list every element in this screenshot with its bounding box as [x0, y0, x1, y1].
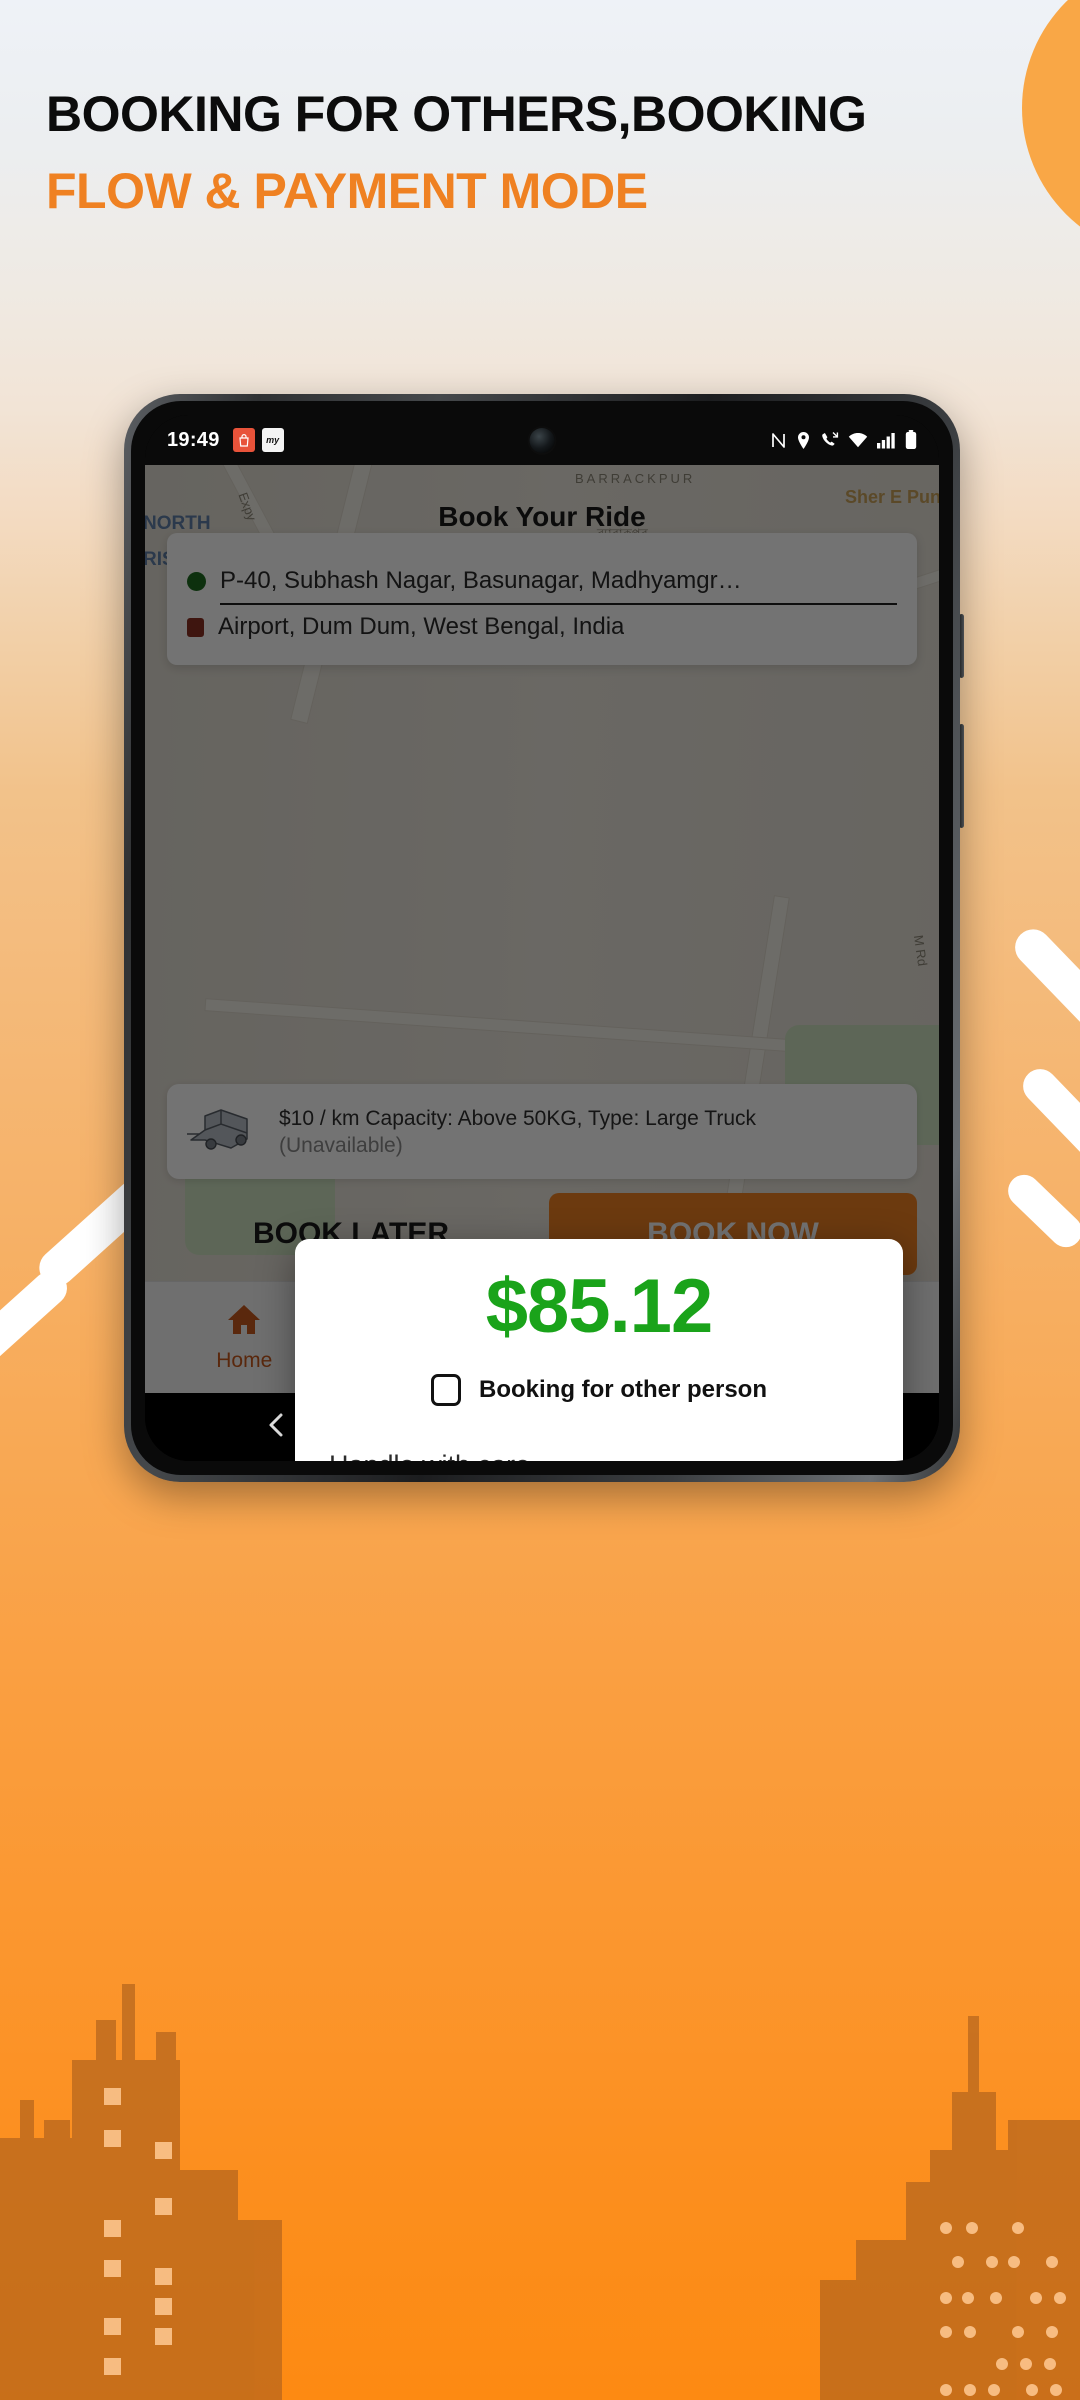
wifi-icon — [848, 432, 868, 449]
status-bar: 19:49 my — [145, 415, 939, 465]
cellular-signal-icon — [877, 432, 896, 449]
phone-mockup: 19:49 my $85.12 Booking for other person — [124, 394, 964, 1482]
hero-circle-decoration — [1022, 0, 1080, 258]
my-app-icon: my — [261, 428, 284, 452]
price-amount: $85.12 — [485, 1264, 713, 1349]
battery-icon — [905, 430, 917, 450]
phone-screen: 19:49 my $85.12 Booking for other person — [145, 415, 939, 1461]
phone-frame: 19:49 my $85.12 Booking for other person — [124, 394, 960, 1482]
booking-for-other-person-checkbox[interactable] — [431, 1373, 461, 1406]
call-forward-icon — [820, 431, 839, 450]
notification-icons: my — [232, 428, 284, 452]
booking-for-other-person-label: Booking for other person — [479, 1375, 767, 1403]
phone-bezel: 19:49 my $85.12 Booking for other person — [131, 401, 953, 1475]
swoosh-decoration — [1016, 1062, 1080, 1172]
booking-confirm-dialog: $85.12 Booking for other person Handle w… — [295, 1239, 903, 1461]
page-title: BOOKING FOR OTHERS,BOOKING FLOW & PAYMEN… — [46, 88, 1026, 217]
swoosh-decoration — [0, 1264, 74, 1370]
back-icon[interactable] — [262, 1410, 292, 1445]
instructions-field[interactable]: Handle with care — [327, 1440, 871, 1461]
instructions-input[interactable]: Handle with care — [327, 1440, 871, 1461]
promo-background: BOOKING FOR OTHERS,BOOKING FLOW & PAYMEN… — [0, 0, 1080, 2400]
headline-line-2: FLOW & PAYMENT MODE — [46, 162, 648, 219]
swoosh-decoration — [1007, 921, 1080, 1045]
city-skyline-decoration — [0, 1984, 1080, 2400]
status-right-icons — [770, 430, 917, 450]
swoosh-decoration — [1001, 1168, 1080, 1254]
status-time: 19:49 — [167, 428, 220, 451]
shopping-bag-app-icon — [232, 428, 255, 452]
booking-for-other-person-row[interactable]: Booking for other person — [327, 1373, 871, 1406]
nfc-icon — [770, 431, 787, 450]
front-camera-punch-hole — [529, 428, 555, 453]
location-icon — [796, 431, 811, 450]
headline-line-1: BOOKING FOR OTHERS,BOOKING — [46, 86, 867, 142]
